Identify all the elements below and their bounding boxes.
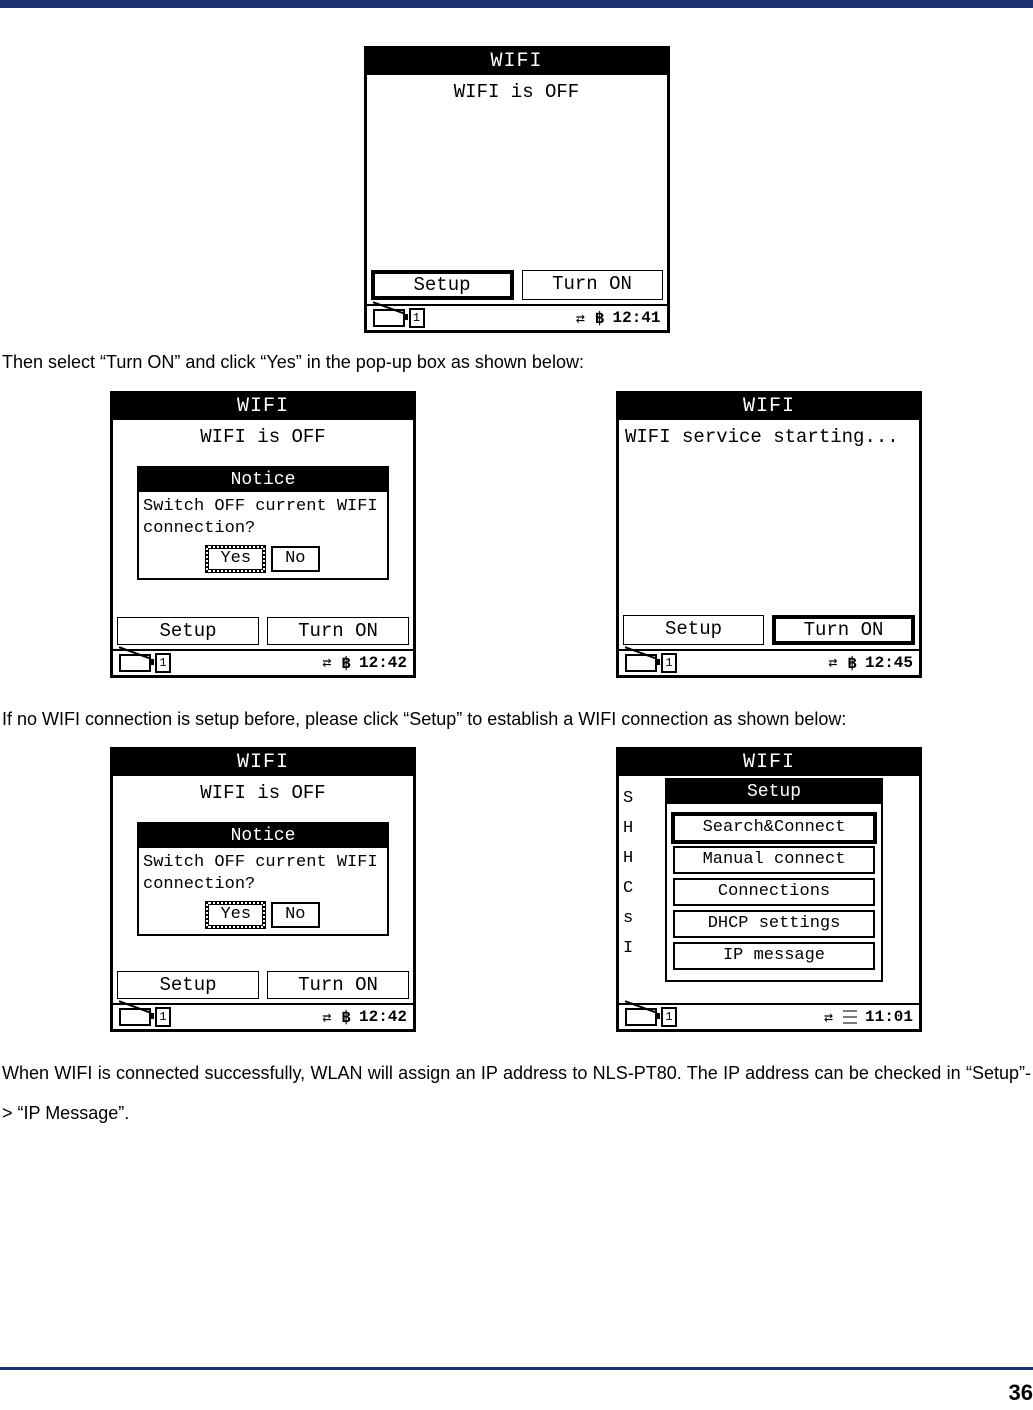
setup-item-ip-message[interactable]: IP message bbox=[673, 942, 875, 970]
signal-indicator: 1 bbox=[661, 653, 677, 673]
bluetooth-icon: ฿ bbox=[595, 308, 605, 328]
background-glyphs: S H H C s I bbox=[623, 784, 633, 964]
notice-no-button[interactable]: No bbox=[271, 902, 319, 928]
clock-text: 12:45 bbox=[865, 654, 913, 672]
setup-item-connections[interactable]: Connections bbox=[673, 878, 875, 906]
bluetooth-icon: ฿ bbox=[341, 1007, 351, 1027]
setup-menu-popup: Setup Search&Connect Manual connect Conn… bbox=[665, 778, 883, 982]
page-number: 36 bbox=[1009, 1380, 1033, 1406]
battery-icon bbox=[373, 309, 405, 327]
setup-menu-list: Search&Connect Manual connect Connection… bbox=[667, 804, 881, 980]
battery-icon bbox=[119, 654, 151, 672]
battery-icon bbox=[625, 1008, 657, 1026]
notice-yes-button[interactable]: Yes bbox=[206, 902, 265, 928]
bluetooth-icon: ฿ bbox=[847, 653, 857, 673]
page-bottom-bar bbox=[0, 1367, 1033, 1370]
network-icon: ⇄ bbox=[576, 309, 587, 328]
wifi-status-text: WIFI is OFF bbox=[113, 776, 413, 804]
network-icon: ⇄ bbox=[322, 1008, 333, 1027]
status-bar: 1 ⇄ 11:01 bbox=[619, 1003, 919, 1029]
turn-on-button[interactable]: Turn ON bbox=[772, 615, 915, 645]
device-screen-2a: WIFI WIFI is OFF Notice Switch OFF curre… bbox=[110, 391, 416, 678]
clock-text: 11:01 bbox=[865, 1008, 913, 1026]
network-icon: ⇄ bbox=[322, 653, 333, 672]
status-bar: 1 ⇄ ฿ 12:42 bbox=[113, 1003, 413, 1029]
setup-button[interactable]: Setup bbox=[623, 615, 764, 645]
device-screen-2b: WIFI WIFI service starting... Setup Turn… bbox=[616, 391, 922, 678]
wifi-status-text: WIFI service starting... bbox=[619, 420, 919, 448]
setup-button[interactable]: Setup bbox=[371, 270, 514, 300]
screen-title: WIFI bbox=[619, 394, 919, 420]
network-icon: ⇄ bbox=[824, 1008, 835, 1027]
screen-title: WIFI bbox=[113, 394, 413, 420]
status-bar: 1 ⇄ ฿ 12:42 bbox=[113, 649, 413, 675]
clock-text: 12:41 bbox=[612, 309, 660, 327]
instruction-paragraph-3: When WIFI is connected successfully, WLA… bbox=[0, 1054, 1033, 1133]
screen-title: WIFI bbox=[113, 750, 413, 776]
setup-menu-title: Setup bbox=[667, 780, 881, 804]
screen-title: WIFI bbox=[619, 750, 919, 776]
signal-indicator: 1 bbox=[409, 308, 425, 328]
instruction-paragraph-2: If no WIFI connection is setup before, p… bbox=[0, 700, 1033, 740]
clock-text: 12:42 bbox=[359, 1008, 407, 1026]
status-bar: 1 ⇄ ฿ 12:45 bbox=[619, 649, 919, 675]
page-top-bar bbox=[0, 0, 1033, 8]
setup-item-search-connect[interactable]: Search&Connect bbox=[673, 814, 875, 842]
notice-popup: Notice Switch OFF current WIFI connectio… bbox=[137, 822, 389, 936]
setup-button[interactable]: Setup bbox=[117, 971, 259, 999]
battery-icon bbox=[625, 654, 657, 672]
status-bar: 1 ⇄ ฿ 12:41 bbox=[367, 304, 667, 330]
notice-popup: Notice Switch OFF current WIFI connectio… bbox=[137, 466, 389, 580]
setup-button[interactable]: Setup bbox=[117, 617, 259, 645]
turn-on-button[interactable]: Turn ON bbox=[267, 971, 409, 999]
notice-body: Switch OFF current WIFI connection? bbox=[139, 492, 387, 546]
device-screen-3b: WIFI S H H C s I Setup Search&Connect Ma… bbox=[616, 747, 922, 1032]
turn-on-button[interactable]: Turn ON bbox=[522, 270, 663, 300]
battery-icon bbox=[119, 1008, 151, 1026]
notice-body: Switch OFF current WIFI connection? bbox=[139, 848, 387, 902]
setup-item-manual-connect[interactable]: Manual connect bbox=[673, 846, 875, 874]
bluetooth-icon: ฿ bbox=[341, 653, 351, 673]
signal-indicator: 1 bbox=[661, 1007, 677, 1027]
notice-yes-button[interactable]: Yes bbox=[206, 546, 265, 572]
screen-title: WIFI bbox=[367, 49, 667, 75]
signal-indicator: 1 bbox=[155, 653, 171, 673]
device-screen-1: WIFI WIFI is OFF Setup Turn ON 1 ⇄ ฿ 12:… bbox=[364, 46, 670, 333]
notice-title: Notice bbox=[139, 468, 387, 492]
signal-indicator: 1 bbox=[155, 1007, 171, 1027]
wifi-status-text: WIFI is OFF bbox=[367, 75, 667, 103]
wifi-bars-icon bbox=[843, 1010, 857, 1024]
notice-title: Notice bbox=[139, 824, 387, 848]
clock-text: 12:42 bbox=[359, 654, 407, 672]
turn-on-button[interactable]: Turn ON bbox=[267, 617, 409, 645]
network-icon: ⇄ bbox=[828, 653, 839, 672]
device-screen-3a: WIFI WIFI is OFF Notice Switch OFF curre… bbox=[110, 747, 416, 1032]
instruction-paragraph-1: Then select “Turn ON” and click “Yes” in… bbox=[0, 343, 1033, 383]
setup-item-dhcp-settings[interactable]: DHCP settings bbox=[673, 910, 875, 938]
notice-no-button[interactable]: No bbox=[271, 546, 319, 572]
wifi-status-text: WIFI is OFF bbox=[113, 420, 413, 448]
